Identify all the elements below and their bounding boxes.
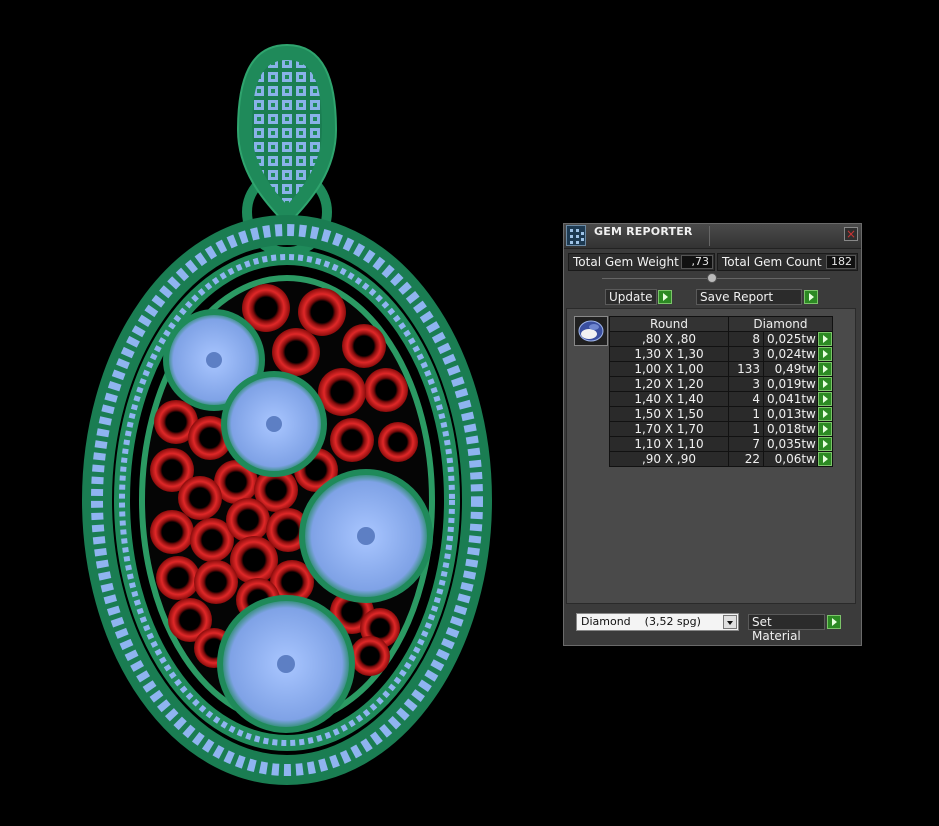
gem-size-cell: 1,30 X 1,30 xyxy=(609,346,729,362)
total-gem-weight-label: Total Gem Weight xyxy=(573,255,679,269)
gem-count-cell: 1 xyxy=(728,406,764,422)
gem-size-cell: 1,50 X 1,50 xyxy=(609,406,729,422)
row-action-cell xyxy=(816,406,833,422)
arrow-right-icon[interactable] xyxy=(817,392,832,406)
set-material-arrow-icon[interactable] xyxy=(827,615,841,629)
table-row[interactable]: 1,70 X 1,70 1 0,018tw xyxy=(609,421,833,437)
close-icon[interactable]: × xyxy=(844,227,858,241)
arrow-right-icon[interactable] xyxy=(817,362,832,376)
splitter-handle[interactable] xyxy=(707,273,717,283)
table-row[interactable]: 1,00 X 1,00 133 0,49tw xyxy=(609,361,833,377)
panel-title: GEM REPORTER xyxy=(594,225,693,238)
gem-size-cell: 1,70 X 1,70 xyxy=(609,421,729,437)
gem-size-cell: ,90 X ,90 xyxy=(609,451,729,467)
arrow-right-icon[interactable] xyxy=(817,332,832,346)
gem-count-cell: 22 xyxy=(728,451,764,467)
gem-count-cell: 3 xyxy=(728,376,764,392)
gem-weight-cell: 0,06tw xyxy=(763,451,818,467)
table-row[interactable]: 1,50 X 1,50 1 0,013tw xyxy=(609,406,833,422)
save-report-button[interactable]: Save Report xyxy=(696,289,802,305)
chevron-down-icon[interactable] xyxy=(723,615,737,629)
total-gem-weight-box: Total Gem Weight ,73 xyxy=(568,253,715,271)
row-action-cell xyxy=(816,421,833,437)
panel-titlebar[interactable]: GEM REPORTER × xyxy=(564,224,861,249)
row-action-cell xyxy=(816,361,833,377)
gem-count-cell: 133 xyxy=(728,361,764,377)
column-header-material: Diamond xyxy=(728,316,833,332)
row-action-cell xyxy=(816,376,833,392)
set-material-button[interactable]: Set Material xyxy=(748,614,825,643)
gem-weight-cell: 0,041tw xyxy=(763,391,818,407)
arrow-right-icon[interactable] xyxy=(817,347,832,361)
table-row[interactable]: 1,10 X 1,10 7 0,035tw xyxy=(609,436,833,452)
gem-reporter-panel: GEM REPORTER × Total Gem Weight ,73 Tota… xyxy=(563,223,862,646)
gem-size-cell: 1,40 X 1,40 xyxy=(609,391,729,407)
gem-thumbnail-icon[interactable] xyxy=(574,316,608,346)
gem-count-cell: 3 xyxy=(728,346,764,362)
row-action-cell xyxy=(816,391,833,407)
gem-weight-cell: 0,49tw xyxy=(763,361,818,377)
gem-table: Round Diamond ,80 X ,80 8 0,025tw 1,30 X 1,… xyxy=(609,316,833,467)
gem-count-cell: 7 xyxy=(728,436,764,452)
viewport-3d[interactable] xyxy=(0,0,540,826)
save-report-arrow-icon[interactable] xyxy=(804,290,818,304)
arrow-right-icon[interactable] xyxy=(817,437,832,451)
gem-reporter-icon xyxy=(566,225,586,246)
update-arrow-icon[interactable] xyxy=(658,290,672,304)
gem-size-cell: 1,20 X 1,20 xyxy=(609,376,729,392)
table-row[interactable]: 1,40 X 1,40 4 0,041tw xyxy=(609,391,833,407)
total-gem-count-value: 182 xyxy=(826,255,856,269)
table-row[interactable]: 1,20 X 1,20 3 0,019tw xyxy=(609,376,833,392)
gem-weight-cell: 0,019tw xyxy=(763,376,818,392)
gem-size-cell: ,80 X ,80 xyxy=(609,331,729,347)
gem-count-cell: 1 xyxy=(728,421,764,437)
gem-size-cell: 1,00 X 1,00 xyxy=(609,361,729,377)
gem-count-cell: 8 xyxy=(728,331,764,347)
table-row[interactable]: ,80 X ,80 8 0,025tw xyxy=(609,331,833,347)
row-action-cell xyxy=(816,436,833,452)
pendant-model xyxy=(82,43,492,785)
column-header-shape: Round xyxy=(609,316,729,332)
arrow-right-icon[interactable] xyxy=(817,407,832,421)
arrow-right-icon[interactable] xyxy=(817,452,832,466)
material-dropdown-value: Diamond (3,52 spg) xyxy=(581,615,701,628)
gem-weight-cell: 0,018tw xyxy=(763,421,818,437)
gem-weight-cell: 0,013tw xyxy=(763,406,818,422)
gem-weight-cell: 0,025tw xyxy=(763,331,818,347)
arrow-right-icon[interactable] xyxy=(817,422,832,436)
row-action-cell xyxy=(816,346,833,362)
row-action-cell xyxy=(816,331,833,347)
arrow-right-icon[interactable] xyxy=(817,377,832,391)
total-gem-count-label: Total Gem Count xyxy=(722,255,822,269)
table-row[interactable]: 1,30 X 1,30 3 0,024tw xyxy=(609,346,833,362)
total-gem-weight-value: ,73 xyxy=(681,255,713,269)
title-separator xyxy=(709,226,710,246)
material-dropdown[interactable]: Diamond (3,52 spg) xyxy=(576,613,739,631)
gem-size-cell: 1,10 X 1,10 xyxy=(609,436,729,452)
gem-list-area: Round Diamond ,80 X ,80 8 0,025tw 1,30 X 1,… xyxy=(566,308,856,604)
total-gem-count-box: Total Gem Count 182 xyxy=(717,253,858,271)
row-action-cell xyxy=(816,451,833,467)
gem-count-cell: 4 xyxy=(728,391,764,407)
gem-weight-cell: 0,024tw xyxy=(763,346,818,362)
update-button[interactable]: Update xyxy=(605,289,657,305)
gem-weight-cell: 0,035tw xyxy=(763,436,818,452)
table-row[interactable]: ,90 X ,90 22 0,06tw xyxy=(609,451,833,467)
